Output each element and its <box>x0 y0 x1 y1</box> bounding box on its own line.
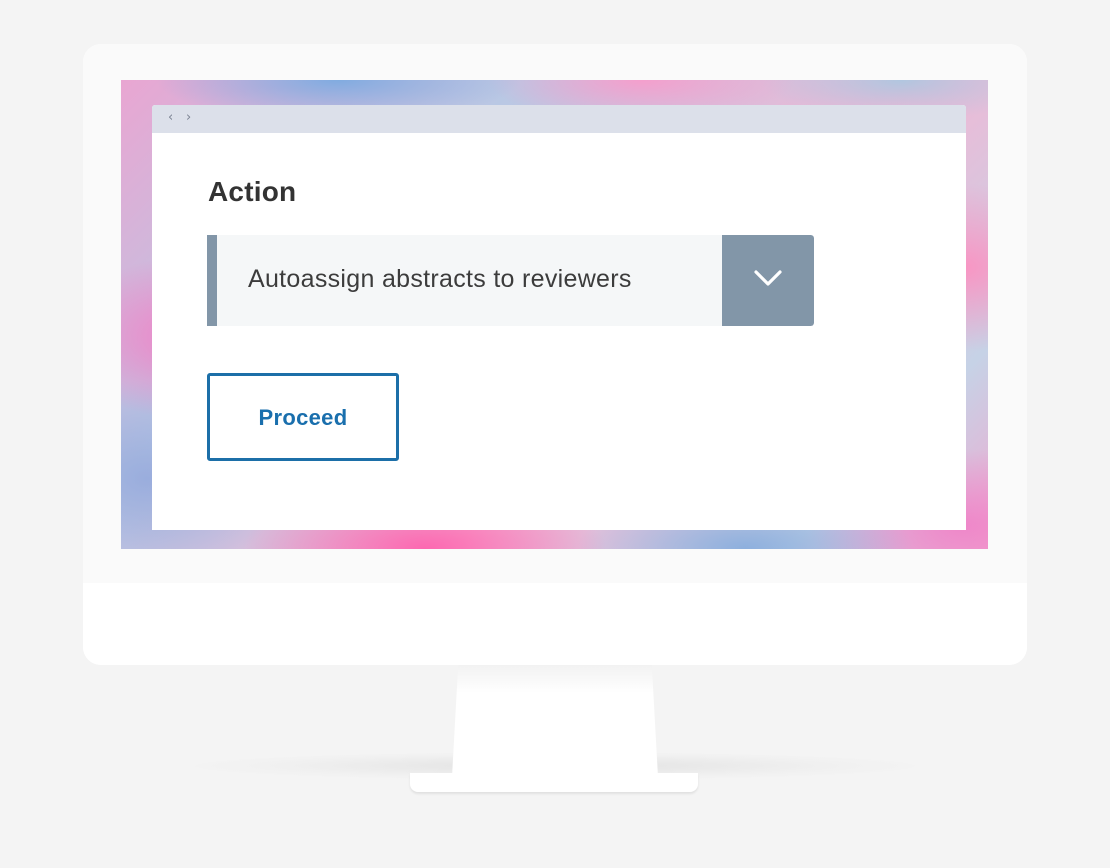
action-select[interactable]: Autoassign abstracts to reviewers <box>207 235 814 326</box>
forward-arrow-icon[interactable]: › <box>186 111 191 125</box>
browser-window: ‹ › Action Autoassign abstracts to revie… <box>152 105 966 530</box>
monitor: ‹ › Action Autoassign abstracts to revie… <box>83 44 1027 665</box>
monitor-stand-base <box>410 773 698 792</box>
monitor-stand-neck <box>452 665 658 777</box>
action-label: Action <box>208 176 297 207</box>
back-arrow-icon[interactable]: ‹ <box>168 111 173 125</box>
proceed-button[interactable]: Proceed <box>207 373 399 461</box>
screen-wallpaper: ‹ › Action Autoassign abstracts to revie… <box>121 80 988 549</box>
select-accent-bar <box>207 235 217 326</box>
chevron-down-icon <box>754 270 782 286</box>
action-select-value[interactable]: Autoassign abstracts to reviewers <box>248 263 632 295</box>
select-toggle-button[interactable] <box>722 235 814 326</box>
monitor-chin <box>83 583 1027 665</box>
browser-toolbar: ‹ › <box>152 105 966 133</box>
stage: ‹ › Action Autoassign abstracts to revie… <box>0 0 1110 868</box>
